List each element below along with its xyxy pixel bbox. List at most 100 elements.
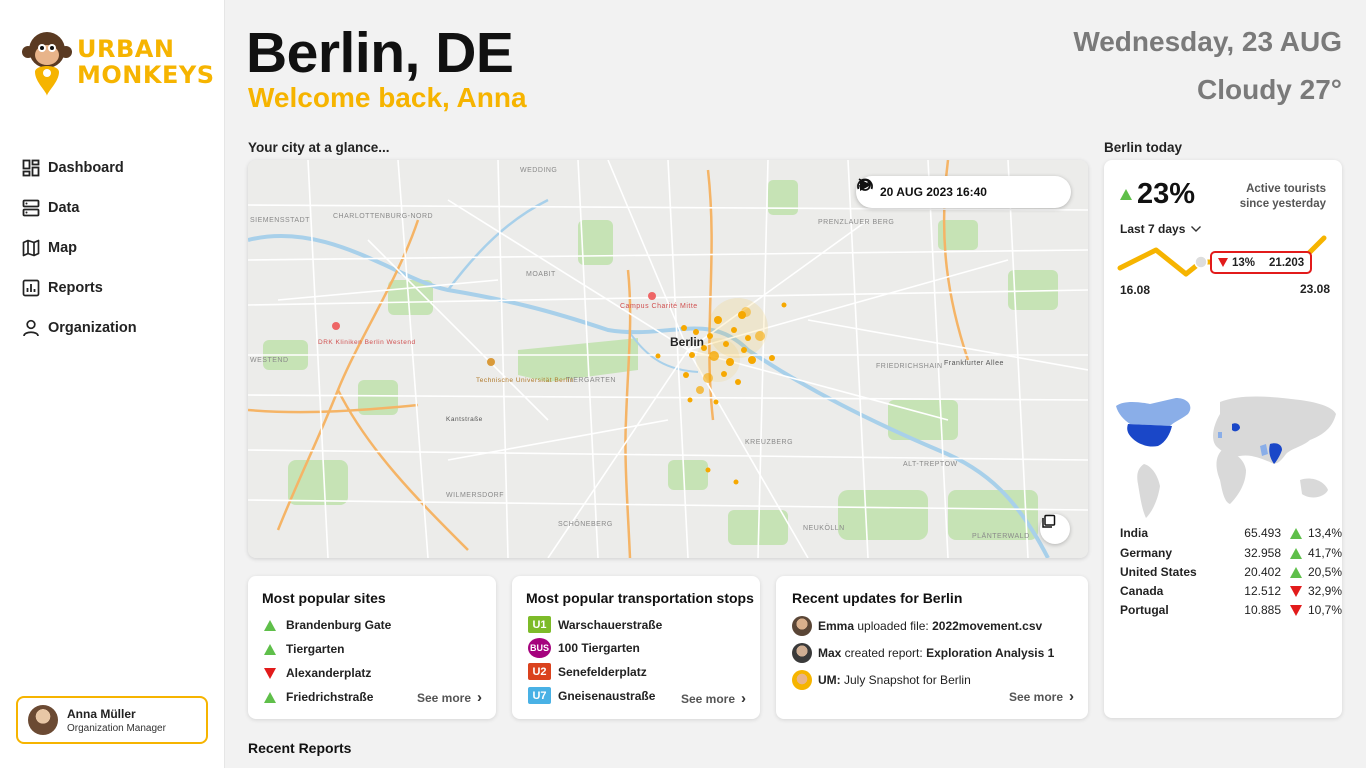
label-wilmersdorf: WILMERSDORF xyxy=(446,492,504,499)
tooltip-value: 21.203 xyxy=(1269,256,1305,269)
label-siemensstadt: SIEMENSSTADT xyxy=(250,217,310,224)
country-change: 41,7% xyxy=(1308,546,1343,560)
list-item[interactable]: U1 Warschauerstraße xyxy=(528,616,662,633)
trend-up-icon xyxy=(1290,527,1302,539)
monkey-logo-icon xyxy=(792,670,812,690)
list-item[interactable]: U2 Senefelderplatz xyxy=(528,663,647,680)
weather-status: Cloudy 27° xyxy=(1196,74,1342,105)
hospital-icon xyxy=(648,292,656,300)
trend-up-icon xyxy=(1290,566,1302,578)
trend-up-icon xyxy=(264,643,276,655)
list-item[interactable]: Brandenburg Gate xyxy=(264,618,391,632)
line-badge-bus: BUS xyxy=(528,638,551,658)
avatar xyxy=(28,705,58,735)
stop-name: Warschauerstraße xyxy=(558,617,663,632)
brand-line-2: MONKEYS xyxy=(77,61,215,89)
reports-icon xyxy=(22,279,40,297)
user-profile-card[interactable]: Anna Müller Organization Manager xyxy=(16,696,208,744)
update-action: created report: xyxy=(841,646,927,660)
percent-value: 23% xyxy=(1137,178,1196,210)
country-row-canada[interactable]: Canada 12.512 32,9% xyxy=(1120,584,1342,602)
country-row-germany[interactable]: Germany 32.958 41,7% xyxy=(1120,546,1342,564)
active-label-line-1: Active tourists xyxy=(1246,183,1326,195)
map-layers-button[interactable] xyxy=(1040,514,1070,544)
update-object[interactable]: Exploration Analysis 1 xyxy=(926,646,1054,660)
label-moabit: MOABIT xyxy=(526,271,556,278)
country-row-india[interactable]: India 65.493 13,4% xyxy=(1120,526,1342,544)
label-westend: WESTEND xyxy=(250,357,289,364)
nav-item-data[interactable]: Data xyxy=(22,195,137,221)
country-change: 32,9% xyxy=(1308,584,1343,598)
trend-down-icon xyxy=(1290,585,1302,597)
university-icon xyxy=(487,358,495,366)
list-item[interactable]: BUS 100 Tiergarten xyxy=(528,638,640,658)
trend-down-icon xyxy=(1290,604,1302,616)
see-more-link[interactable]: See more › xyxy=(1009,688,1074,705)
update-item[interactable]: UM: July Snapshot for Berlin xyxy=(792,670,971,690)
country-value: 12.512 xyxy=(1244,584,1281,598)
update-item[interactable]: Max created report: Exploration Analysis… xyxy=(792,643,1054,663)
stop-name: Gneisenaustraße xyxy=(558,688,656,703)
label-neukoelln: NEUKÖLLN xyxy=(803,524,845,532)
active-tourists-percent: 23% xyxy=(1120,178,1195,211)
avatar xyxy=(792,643,812,663)
list-item[interactable]: Tiergarten xyxy=(264,642,344,656)
country-shape-canada[interactable] xyxy=(1116,398,1191,426)
label-frankfurter: Frankfurter Allee xyxy=(944,360,1004,367)
user-name: Anna Müller xyxy=(67,706,136,721)
berlin-today-card: 23% Active tourists since yesterday Last … xyxy=(1104,160,1342,718)
sparkline-handle[interactable] xyxy=(1194,255,1208,269)
map-canvas[interactable]: WEDDING CHARLOTTENBURG-NORD MOABIT PRENZ… xyxy=(248,160,1088,558)
nav-label: Dashboard xyxy=(48,160,124,176)
nav-label: Organization xyxy=(48,320,137,336)
user-role: Organization Manager xyxy=(67,722,166,734)
label-berlin: Berlin xyxy=(670,335,704,349)
nav-item-reports[interactable]: Reports xyxy=(22,275,137,301)
stop-name: Senefelderplatz xyxy=(558,664,647,679)
country-shape[interactable] xyxy=(1216,450,1247,504)
list-item[interactable]: Friedrichstraße xyxy=(264,690,373,704)
sparkline-tooltip: 13% 21.203 xyxy=(1210,251,1312,274)
nav-item-organization[interactable]: Organization xyxy=(22,315,137,341)
map-section-label: Your city at a glance... xyxy=(248,140,390,155)
nav-item-map[interactable]: Map xyxy=(22,235,137,261)
see-more-label: See more xyxy=(416,690,471,705)
speed-gauge-icon[interactable] xyxy=(856,176,874,194)
active-tourists-label: Active tourists since yesterday xyxy=(1240,182,1326,212)
map-timestamp[interactable]: 20 AUG 2023 16:40 xyxy=(880,185,987,199)
label-tu: Technische Universität Berlin xyxy=(476,377,574,384)
country-shape[interactable] xyxy=(1137,464,1160,518)
line-badge-u1: U1 xyxy=(528,616,551,633)
chevron-right-icon: › xyxy=(1069,688,1074,705)
chevron-right-icon: › xyxy=(741,690,746,707)
country-name: India xyxy=(1120,526,1149,540)
see-more-link[interactable]: See more › xyxy=(681,690,746,707)
update-item[interactable]: Emma uploaded file: 2022movement.csv xyxy=(792,616,1042,636)
world-map[interactable] xyxy=(1110,392,1340,522)
transport-stops-card: Most popular transportation stops U1 Wars… xyxy=(512,576,760,719)
trend-up-icon xyxy=(1290,547,1302,559)
list-item[interactable]: U7 Gneisenaustraße xyxy=(528,687,655,704)
label-prenzlauer: PRENZLAUER BERG xyxy=(818,219,894,226)
see-more-link[interactable]: See more › xyxy=(417,689,482,706)
update-object[interactable]: 2022movement.csv xyxy=(932,619,1042,633)
site-name: Friedrichstraße xyxy=(286,690,374,704)
city-map[interactable]: WEDDING CHARLOTTENBURG-NORD MOABIT PRENZ… xyxy=(248,160,1088,558)
country-name: Germany xyxy=(1120,546,1173,560)
country-row-united-states[interactable]: United States 20.402 20,5% xyxy=(1120,565,1342,583)
country-shape-usa[interactable] xyxy=(1127,424,1172,447)
trend-down-icon xyxy=(264,667,276,679)
country-shape-portugal[interactable] xyxy=(1218,432,1222,438)
list-item[interactable]: Alexanderplatz xyxy=(264,666,371,680)
logo[interactable]: URBAN MONKEYS xyxy=(22,30,214,102)
country-shape[interactable] xyxy=(1300,478,1328,498)
update-action: uploaded file: xyxy=(854,619,933,633)
nav-item-dashboard[interactable]: Dashboard xyxy=(22,155,137,181)
monkey-logo-icon xyxy=(22,32,72,96)
country-row-portugal[interactable]: Portugal 10.885 10,7% xyxy=(1120,603,1342,621)
trend-down-icon xyxy=(1218,258,1228,267)
stop-name: 100 Tiergarten xyxy=(558,641,640,655)
site-name: Brandenburg Gate xyxy=(286,618,392,632)
database-icon xyxy=(22,199,40,217)
country-name: Canada xyxy=(1120,584,1164,598)
